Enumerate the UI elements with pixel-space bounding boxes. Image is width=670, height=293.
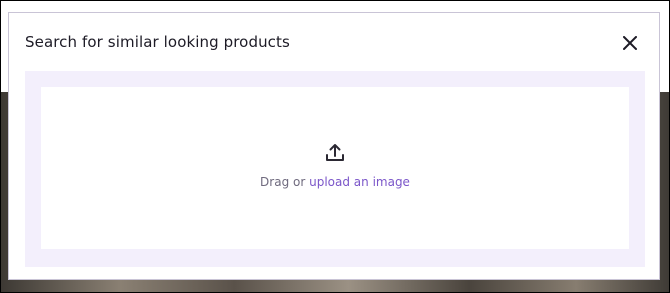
- screenshot-border: [0, 0, 670, 293]
